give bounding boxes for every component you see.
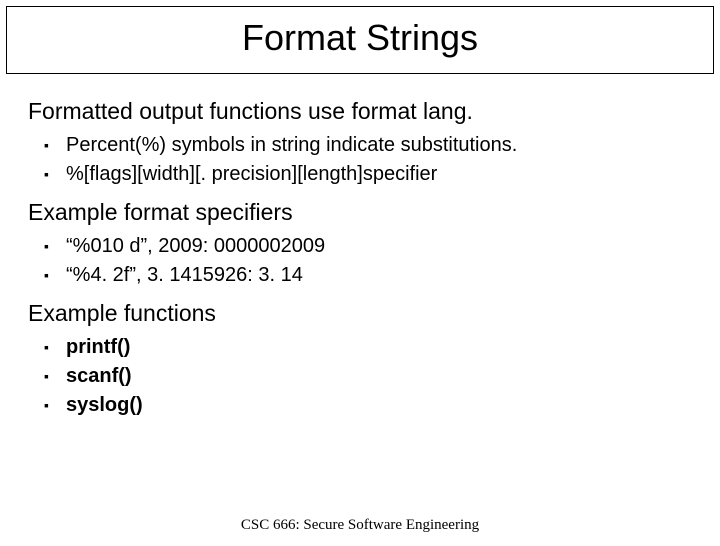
list-item: “%4. 2f”, 3. 1415926: 3. 14: [66, 261, 702, 290]
list-item: Percent(%) symbols in string indicate su…: [66, 131, 702, 160]
section-heading-example-specifiers: Example format specifiers: [28, 199, 702, 226]
list-item: “%010 d”, 2009: 0000002009: [66, 232, 702, 261]
list-item: %[flags][width][. precision][length]spec…: [66, 160, 702, 189]
section-heading-format-lang: Formatted output functions use format la…: [28, 98, 702, 125]
list-item: scanf(): [66, 362, 702, 391]
slide-title-box: Format Strings: [6, 6, 714, 74]
list-item: syslog(): [66, 391, 702, 420]
section-heading-example-functions: Example functions: [28, 300, 702, 327]
example-specifiers-list: “%010 d”, 2009: 0000002009 “%4. 2f”, 3. …: [28, 232, 702, 290]
slide-body: Formatted output functions use format la…: [0, 74, 720, 420]
format-lang-list: Percent(%) symbols in string indicate su…: [28, 131, 702, 189]
slide-title: Format Strings: [7, 17, 713, 59]
slide-footer: CSC 666: Secure Software Engineering: [0, 517, 720, 534]
list-item: printf(): [66, 333, 702, 362]
example-functions-list: printf() scanf() syslog(): [28, 333, 702, 420]
